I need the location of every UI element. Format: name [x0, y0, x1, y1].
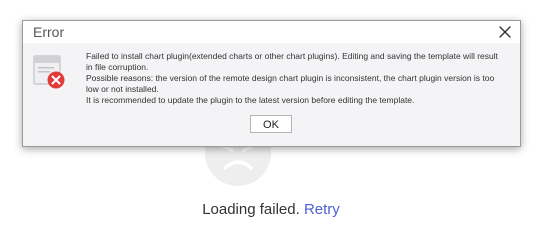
message-line: Failed to install chart plugin(extended …	[86, 51, 498, 72]
dialog-titlebar: Error	[23, 21, 520, 43]
dialog-title: Error	[33, 24, 65, 40]
ok-button[interactable]: OK	[250, 115, 292, 133]
message-line: Possible reasons: the version of the rem…	[86, 73, 495, 94]
loading-failed-text: Loading failed.	[202, 201, 300, 218]
error-message: Failed to install chart plugin(extended …	[86, 51, 506, 106]
retry-link[interactable]: Retry	[304, 201, 340, 218]
error-dialog: Error Failed to install chart plugin(ext…	[22, 20, 521, 147]
message-line: It is recommended to update the plugin t…	[86, 95, 415, 105]
loading-status: Loading failed. Retry	[0, 201, 542, 218]
close-icon[interactable]	[496, 23, 514, 41]
error-document-icon	[33, 54, 67, 90]
